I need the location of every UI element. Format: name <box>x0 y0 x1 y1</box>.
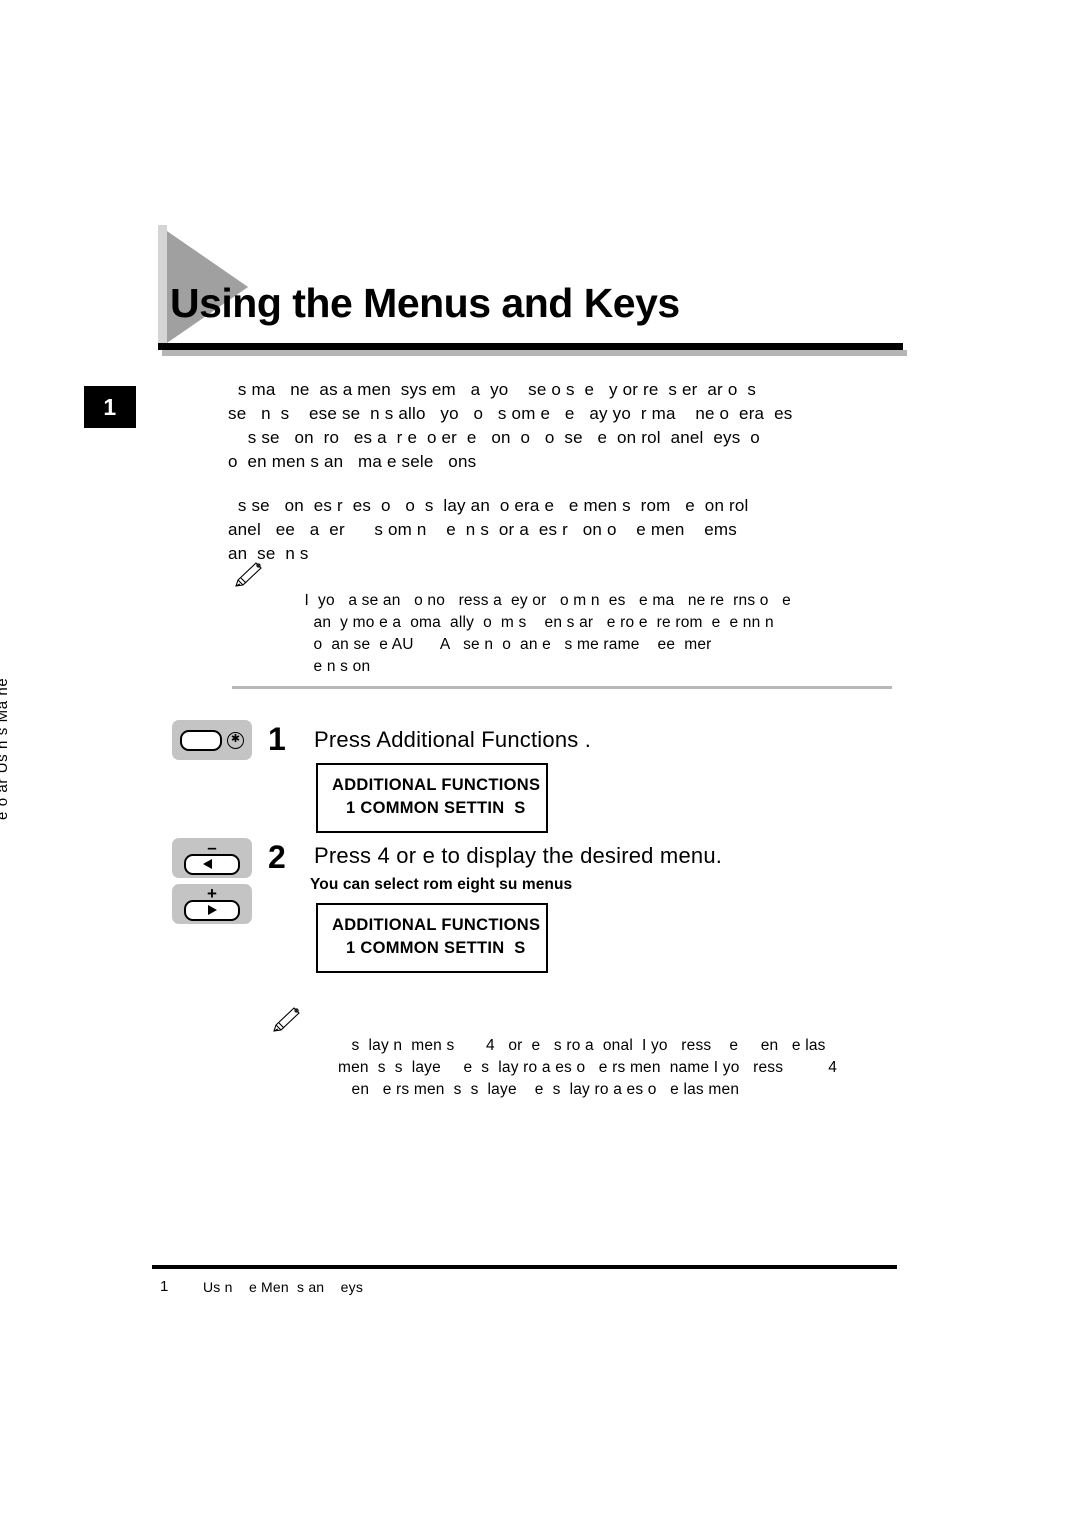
step-2-instruction: Press 4 or e to display the desired menu… <box>314 843 723 868</box>
key-pill-shape <box>184 853 240 875</box>
lcd-2-line-1: ADDITIONAL FUNCTIONS <box>332 916 541 934</box>
chapter-tab-number: 1 <box>84 386 136 428</box>
note-separator-rule <box>232 686 892 689</box>
step-2-subtext: You can select rom eight su menus <box>310 876 573 893</box>
minus-left-arrow-key-icon[interactable]: – <box>172 838 252 878</box>
left-arrow-icon <box>203 859 212 869</box>
footer-rule <box>152 1265 897 1269</box>
page-title-block: Using the Menus and Keys <box>150 225 910 365</box>
body-text-column: s ma ne as a men sys em a yo se o s e y … <box>228 378 918 586</box>
side-running-head: e o ar Us n s Ma ne <box>0 677 11 820</box>
title-rule-shadow <box>162 350 907 356</box>
note-block-2: s lay n men s 4 or e s ro a onal I yo re… <box>270 1005 970 1101</box>
lcd-2-line-2: 1 COMMON SETTIN S <box>346 939 526 957</box>
triangle-edge <box>158 225 167 349</box>
key-pill-shape <box>184 899 240 921</box>
document-page: 1 e o ar Us n s Ma ne Using the Menus an… <box>0 0 1080 1528</box>
footer-page-number: 1 <box>160 1278 169 1295</box>
page-title: Using the Menus and Keys <box>170 280 680 326</box>
asterisk-icon: ✱ <box>227 731 244 749</box>
lcd-1-line-2: 1 COMMON SETTIN S <box>346 799 526 817</box>
lcd-1-line-1: ADDITIONAL FUNCTIONS <box>332 776 541 794</box>
lcd-display-1: ADDITIONAL FUNCTIONS 1 COMMON SETTIN S <box>316 763 548 833</box>
pencil-icon <box>273 1007 300 1032</box>
plus-sign-label: + <box>207 883 217 903</box>
note-block-1: I yo a se an o no ress a ey or o m n es … <box>232 560 932 678</box>
pencil-icon <box>235 562 262 587</box>
step-1-number: 1 <box>268 721 286 757</box>
body-paragraph-1: s ma ne as a men sys em a yo se o s e y … <box>228 380 793 471</box>
note-2-text: s lay n men s 4 or e s ro a onal I yo re… <box>338 1037 838 1098</box>
footer-running-title: Us n e Men s an eys <box>203 1279 364 1295</box>
body-paragraph-2: s se on es r es o o s lay an o era e e m… <box>228 496 749 563</box>
lcd-display-2: ADDITIONAL FUNCTIONS 1 COMMON SETTIN S <box>316 903 548 973</box>
step-1-instruction: Press Additional Functions . <box>314 727 592 752</box>
right-arrow-icon <box>208 905 217 915</box>
minus-sign-label: – <box>207 837 217 857</box>
step-2-number: 2 <box>268 839 286 875</box>
title-rule <box>158 343 903 350</box>
plus-right-arrow-key-icon[interactable]: + <box>172 884 252 924</box>
key-pill-shape <box>180 729 222 751</box>
note-1-text: I yo a se an o no ress a ey or o m n es … <box>304 592 791 675</box>
additional-functions-key-icon[interactable]: ✱ <box>172 720 252 760</box>
